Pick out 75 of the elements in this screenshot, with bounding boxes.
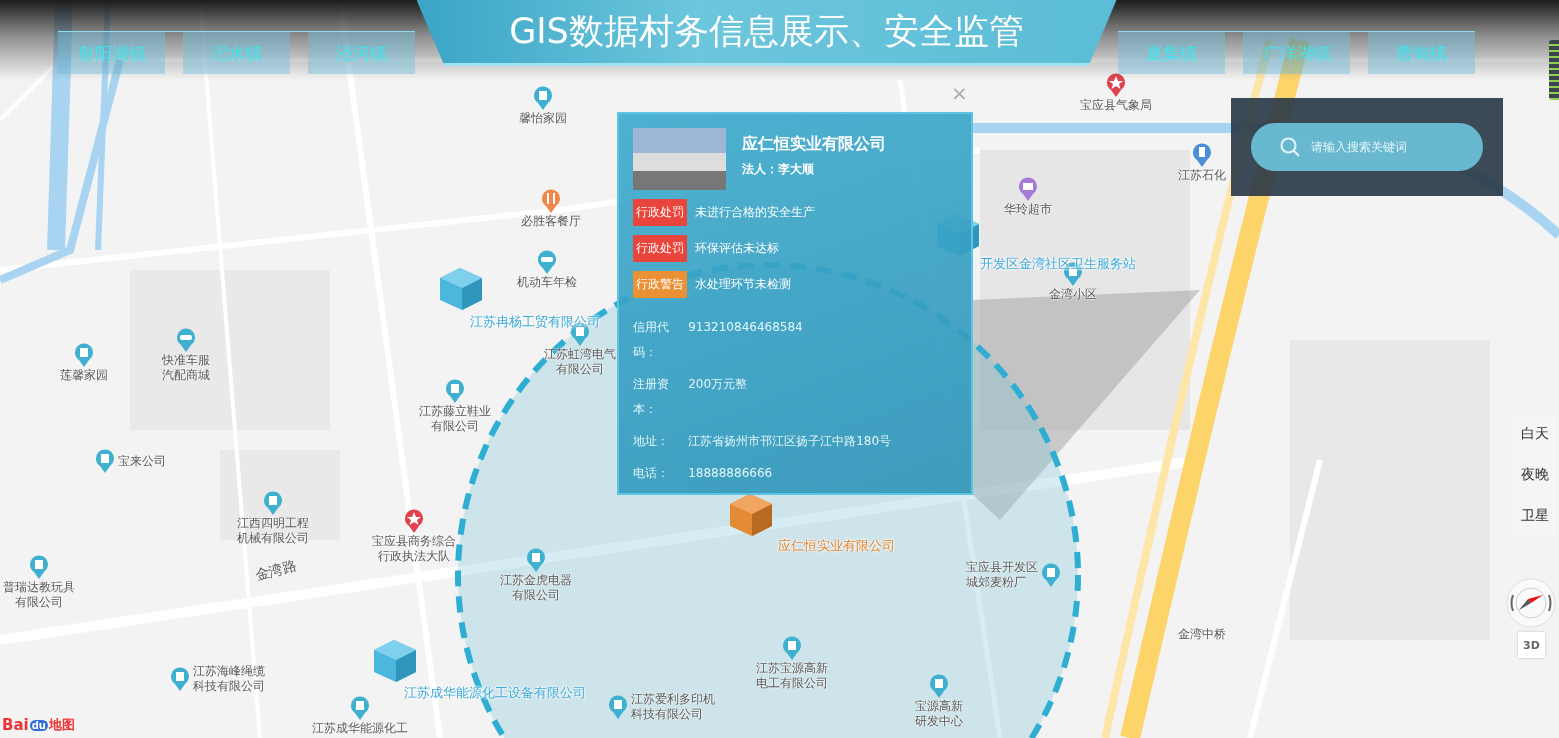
- 3d-view-button[interactable]: 3D: [1518, 632, 1545, 658]
- town-tab[interactable]: 广洋湖镇: [1243, 32, 1350, 74]
- map-place-label: 宝应县商务综合行政执法大队: [372, 534, 456, 564]
- field-label: 注册资本：: [633, 376, 670, 418]
- map-place-label: 必胜客餐厅: [520, 214, 582, 229]
- field-value: 江苏省扬州市邗江区扬子江中路180号: [688, 433, 892, 450]
- company-name: 应仁恒实业有限公司: [742, 134, 886, 155]
- building-marker-icon[interactable]: [608, 695, 628, 719]
- map-place-label: 宝来公司: [118, 453, 167, 469]
- shop-marker-icon[interactable]: [1018, 177, 1038, 201]
- map-place-label: 江苏宝源高新电工有限公司: [756, 661, 828, 691]
- legal-person: 法人：李大顺: [742, 161, 815, 178]
- fork-knife-marker-icon[interactable]: [541, 189, 561, 213]
- star-marker-icon[interactable]: [404, 509, 424, 533]
- close-button[interactable]: ×: [951, 83, 968, 103]
- town-tab[interactable]: 泾河镇: [308, 32, 415, 74]
- search-field[interactable]: 请输入搜索关键词: [1251, 123, 1483, 171]
- map-place-label: 普瑞达教玩具有限公司: [3, 580, 75, 610]
- field-value: 18888886666: [688, 465, 773, 482]
- star-marker-icon[interactable]: [1106, 73, 1126, 97]
- building-marker-icon[interactable]: [445, 379, 465, 403]
- map-place-label: 江西四明工程机械有限公司: [237, 516, 309, 546]
- building-marker-icon[interactable]: [95, 449, 115, 473]
- field-label: 地址：: [633, 433, 670, 450]
- building-marker-icon[interactable]: [526, 548, 546, 572]
- map-place-label: 金湾小区: [1048, 287, 1098, 302]
- building-marker-icon[interactable]: [74, 343, 94, 367]
- town-tab[interactable]: 汜水镇: [183, 32, 290, 74]
- town-tab[interactable]: 射阳湖镇: [58, 32, 165, 74]
- penalty-tag: 行政警告: [633, 271, 687, 298]
- map-place-label: 莲馨家园: [59, 368, 109, 383]
- map-place-label: 宝应县开发区城郊麦粉厂: [966, 560, 1038, 590]
- map-place-label: 宝源高新研发中心: [915, 699, 963, 729]
- car-marker-icon[interactable]: [537, 250, 557, 274]
- record-text: 水处理环节未检测: [695, 276, 791, 293]
- zoom-level-indicator: [1549, 40, 1559, 100]
- building-marker-icon[interactable]: [1041, 563, 1061, 587]
- town-tab[interactable]: 曹甸镇: [1368, 32, 1475, 74]
- map-place-label: 江苏虹湾电气有限公司: [544, 347, 616, 377]
- map-place-label: 宝应县气象局: [1079, 98, 1153, 113]
- map-place-label: 江苏石化: [1178, 168, 1226, 183]
- car-marker-icon[interactable]: [176, 328, 196, 352]
- penalty-tag: 行政处罚: [633, 199, 687, 226]
- map-place-label: 江苏成华能源化工: [312, 721, 408, 736]
- record-text: 环保评估未达标: [695, 240, 779, 257]
- search-icon: [1279, 136, 1301, 158]
- map-place-label: 快准车服汽配商城: [162, 353, 210, 383]
- road-name: 金湾路: [253, 556, 299, 586]
- building-marker-icon[interactable]: [782, 636, 802, 660]
- company-map-label[interactable]: 应仁恒实业有限公司: [778, 537, 895, 555]
- record-text: 未进行合格的安全生产: [695, 204, 815, 221]
- penalty-tag: 行政处罚: [633, 235, 687, 262]
- fuel-pump-marker-icon[interactable]: [1192, 143, 1212, 167]
- map-place-label: 江苏爱利多印机科技有限公司: [631, 692, 715, 722]
- compass-icon[interactable]: [1506, 578, 1556, 628]
- field-value: 913210846468584: [688, 319, 803, 336]
- company-map-label[interactable]: 江苏成华能源化工设备有限公司: [404, 684, 586, 702]
- map-place-label: 馨怡家园: [518, 111, 568, 126]
- building-marker-icon[interactable]: [263, 491, 283, 515]
- map-place-label: 江苏海峰绳缆科技有限公司: [193, 664, 265, 694]
- building-marker-icon[interactable]: [29, 555, 49, 579]
- field-label: 信用代码：: [633, 319, 670, 361]
- map-place-label: 金湾中桥: [1177, 627, 1227, 642]
- town-tab[interactable]: 夏集镇: [1118, 32, 1225, 74]
- map-place-label: 江苏藤立鞋业有限公司: [419, 404, 491, 434]
- building-marker-icon[interactable]: [350, 696, 370, 720]
- map-place-label: 机动车年检: [516, 275, 578, 290]
- map-place-label: 华玲超市: [1003, 202, 1053, 217]
- page-title: GIS数据村务信息展示、安全监管: [509, 10, 1024, 53]
- building-marker-icon[interactable]: [929, 674, 949, 698]
- building-marker-icon[interactable]: [170, 667, 190, 691]
- field-value: 200万元整: [688, 376, 748, 393]
- field-label: 电话：: [633, 465, 670, 482]
- map-place-label: 江苏金虎电器有限公司: [500, 573, 572, 603]
- building-marker-icon[interactable]: [533, 86, 553, 110]
